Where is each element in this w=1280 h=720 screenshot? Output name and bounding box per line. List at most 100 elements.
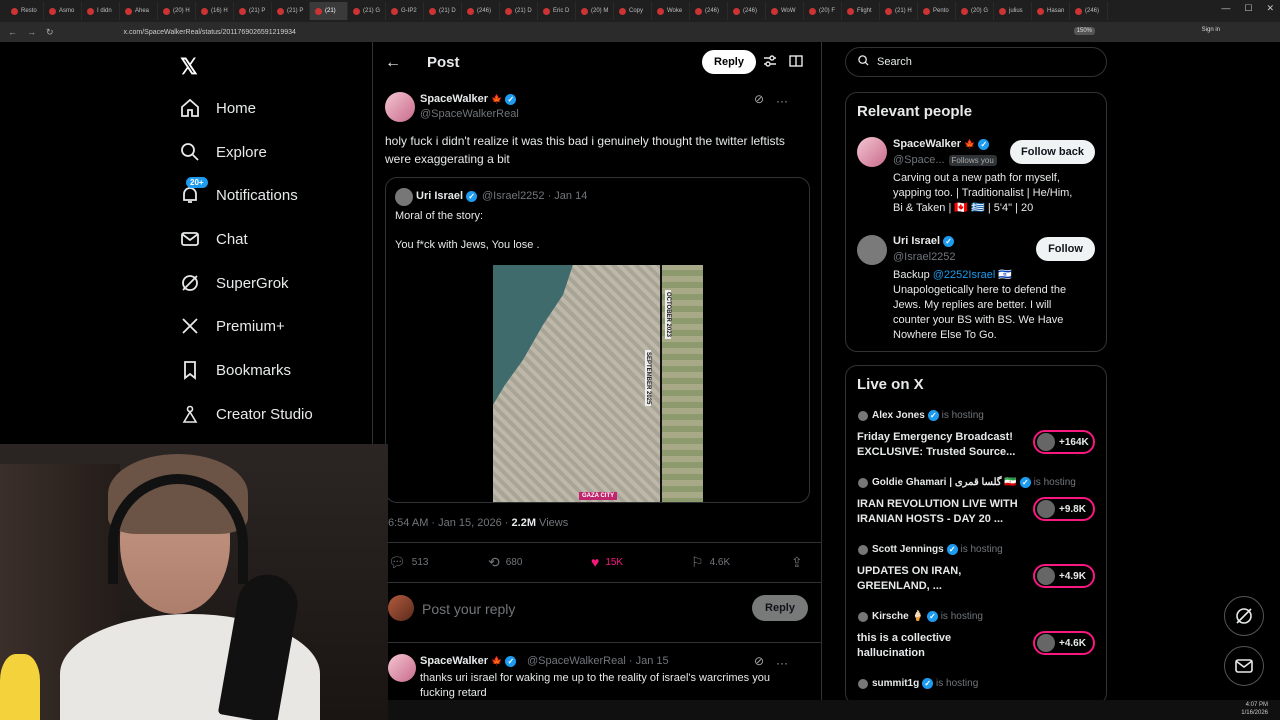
more-options-icon[interactable]: ··· — [776, 94, 788, 108]
tweet-author-handle[interactable]: @SpaceWalkerReal — [420, 108, 519, 120]
browser-tab[interactable]: Hasan — [1032, 2, 1070, 20]
browser-tab[interactable]: I didn — [82, 2, 120, 20]
person-name[interactable]: SpaceWalker 🍁 ✓ — [893, 138, 990, 150]
browser-tab[interactable]: (20) H — [158, 2, 196, 20]
avatar[interactable] — [385, 92, 415, 122]
bookmark-action[interactable]: ⚐ 4.6K — [691, 554, 730, 571]
live-host[interactable]: summit1g ✓ is hosting — [872, 678, 978, 689]
grok-icon[interactable]: ⊘ — [754, 92, 764, 106]
person-name[interactable]: Uri Israel ✓ — [893, 235, 955, 247]
live-listeners-pill[interactable]: +4.6K — [1033, 631, 1095, 655]
close-icon[interactable]: ✕ — [1266, 3, 1274, 14]
grok-icon[interactable]: ⊘ — [754, 654, 764, 668]
live-title[interactable]: UPDATES ON IRAN, GREENLAND, ... — [857, 564, 1022, 594]
browser-tab[interactable]: (246) — [690, 2, 728, 20]
live-listeners-pill[interactable]: +164K — [1033, 430, 1095, 454]
live-listeners-pill[interactable]: +4.9K — [1033, 564, 1095, 588]
url-field[interactable]: x.com/SpaceWalkerReal/status/20117690265… — [124, 29, 296, 36]
reply-author-name[interactable]: SpaceWalker 🍁 ✓ — [420, 655, 517, 667]
divider — [373, 642, 821, 643]
reader-view-icon[interactable] — [789, 54, 803, 71]
browser-back-icon[interactable]: ← — [8, 27, 17, 38]
avatar[interactable] — [388, 654, 416, 682]
nav-chat[interactable]: Chat — [180, 229, 248, 249]
reload-icon[interactable]: ↻ — [46, 27, 54, 38]
x-logo-icon[interactable]: 𝕏 — [180, 54, 198, 80]
repost-action[interactable]: ⟲ 680 — [488, 554, 522, 571]
follow-button[interactable]: Follow — [1036, 237, 1095, 261]
browser-tab[interactable]: (246) — [462, 2, 500, 20]
filter-sliders-icon[interactable] — [763, 54, 777, 71]
browser-tab[interactable]: (21) D — [500, 2, 538, 20]
nav-explore[interactable]: Explore — [180, 142, 267, 162]
quoted-tweet[interactable]: Uri Israel ✓ @Israel2252 · Jan 14 Moral o… — [385, 177, 810, 503]
share-action[interactable]: ⇪ — [791, 554, 803, 571]
back-arrow-icon[interactable]: ← — [385, 54, 401, 72]
browser-tab[interactable]: (21) D — [424, 2, 462, 20]
live-title[interactable]: Friday Emergency Broadcast! EXCLUSIVE: T… — [857, 430, 1022, 460]
browser-tab[interactable]: Flight — [842, 2, 880, 20]
browser-tab[interactable]: Asmo — [44, 2, 82, 20]
minimize-icon[interactable]: — — [1221, 3, 1230, 14]
nav-supergrok[interactable]: SuperGrok — [180, 273, 289, 293]
browser-tab[interactable]: Eric D — [538, 2, 576, 20]
browser-tab[interactable]: G-IP2 — [386, 2, 424, 20]
tab-label: (20) F — [819, 8, 836, 14]
grok-fab-icon[interactable] — [1224, 596, 1264, 636]
avatar[interactable] — [857, 235, 887, 265]
live-host[interactable]: Scott Jennings ✓ is hosting — [872, 544, 1003, 555]
reply-submit-button[interactable]: Reply — [752, 595, 808, 621]
zoom-level[interactable]: 150% — [1073, 27, 1095, 35]
browser-tab[interactable]: (21) — [310, 2, 348, 20]
browser-tab[interactable]: julius — [994, 2, 1032, 20]
live-host[interactable]: Alex Jones ✓ is hosting — [872, 410, 984, 421]
reply-input[interactable]: Post your reply — [422, 601, 515, 617]
tab-label: (246) — [477, 8, 492, 14]
browser-tab[interactable]: (246) — [1070, 2, 1108, 20]
browser-tab[interactable]: Resto — [6, 2, 44, 20]
like-action[interactable]: ♥ 15K — [591, 554, 623, 570]
nav-premium[interactable]: Premium+ — [180, 316, 285, 336]
satellite-comparison-image[interactable]: OCTOBER 2023 SEPTEMBER 2025 GAZA CITY — [493, 265, 703, 502]
reply-button-header[interactable]: Reply — [702, 50, 756, 74]
live-title[interactable]: this is a collective hallucination — [857, 631, 1022, 661]
browser-tab[interactable]: (20) F — [804, 2, 842, 20]
avatar[interactable] — [395, 188, 413, 206]
search-icon — [180, 142, 200, 162]
avatar[interactable] — [857, 137, 887, 167]
nav-bookmarks[interactable]: Bookmarks — [180, 360, 291, 380]
browser-tab[interactable]: (21) P — [272, 2, 310, 20]
nav-home[interactable]: Home — [180, 98, 256, 118]
browser-forward-icon[interactable]: → — [27, 27, 36, 38]
live-host[interactable]: Kirsche 🍦 ✓ is hosting — [872, 611, 983, 622]
search-input[interactable]: Search — [845, 47, 1107, 77]
browser-tab[interactable]: Pento — [918, 2, 956, 20]
follow-back-button[interactable]: Follow back — [1010, 140, 1095, 164]
browser-tab[interactable]: (21) P — [234, 2, 272, 20]
messages-fab-icon[interactable] — [1224, 646, 1264, 686]
browser-tab[interactable]: Woke — [652, 2, 690, 20]
reply-action[interactable]: 💬︎ 513 — [388, 554, 428, 571]
quoted-author-name[interactable]: Uri Israel ✓ — [416, 190, 478, 202]
tweet-author-name[interactable]: SpaceWalker 🍁 ✓ — [420, 93, 517, 105]
maximize-icon[interactable]: ☐ — [1244, 3, 1252, 14]
browser-tab[interactable]: Ahea — [120, 2, 158, 20]
browser-tab[interactable]: (16) H — [196, 2, 234, 20]
tab-favicon-icon — [201, 7, 208, 15]
bio-mention-link[interactable]: @2252Israel — [933, 269, 996, 281]
browser-tab[interactable]: WoW — [766, 2, 804, 20]
nav-notifications[interactable]: 20+ Notifications — [180, 177, 298, 205]
browser-tab[interactable]: (20) G — [956, 2, 994, 20]
browser-tab[interactable]: (246) — [728, 2, 766, 20]
browser-tab[interactable]: (21) G — [348, 2, 386, 20]
more-options-icon[interactable]: ··· — [776, 656, 788, 670]
tab-favicon-icon — [885, 7, 892, 15]
browser-tab[interactable]: Copy — [614, 2, 652, 20]
live-listeners-pill[interactable]: +9.8K — [1033, 497, 1095, 521]
live-title[interactable]: IRAN REVOLUTION LIVE WITH IRANIAN HOSTS … — [857, 497, 1022, 527]
live-host[interactable]: Goldie Ghamari | گلسا قمری 🇮🇷 ✓ is hostin… — [872, 477, 1076, 488]
sign-in-button[interactable]: Sign in — [1202, 27, 1220, 33]
browser-tab[interactable]: (20) M — [576, 2, 614, 20]
nav-creator-studio[interactable]: Creator Studio — [180, 404, 313, 424]
browser-tab[interactable]: (21) H — [880, 2, 918, 20]
